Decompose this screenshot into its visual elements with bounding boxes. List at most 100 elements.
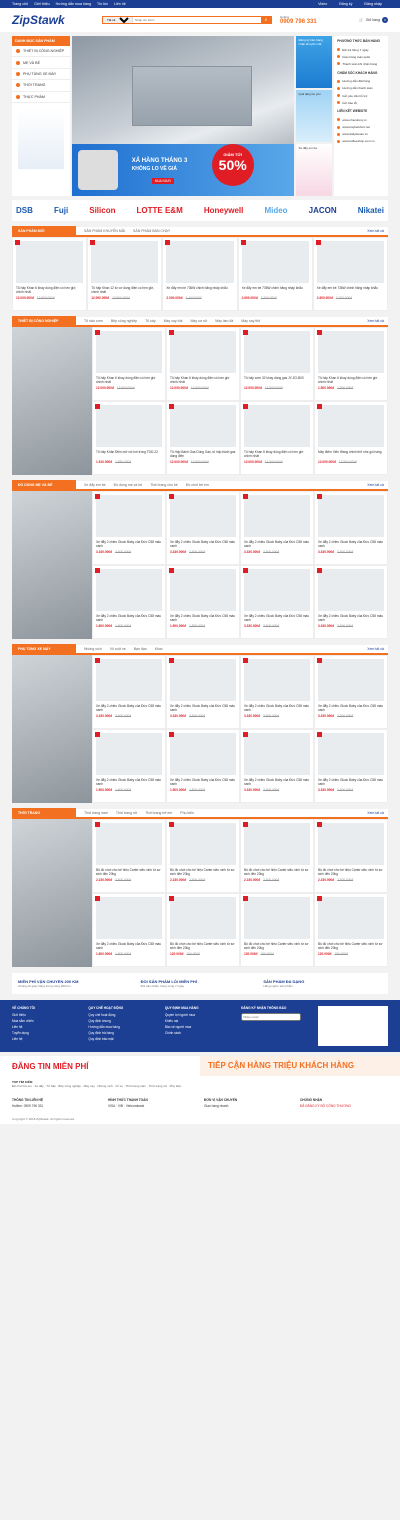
product-card[interactable]: Tủ hấp Khan 6 khay dùng điện có hen giờ … <box>166 327 240 401</box>
section-tab[interactable]: Máy sơ sử <box>191 319 208 323</box>
product-card[interactable]: Xe đẩy 2 chiều Gluck Baby của Đức C58 mà… <box>92 491 166 565</box>
product-card[interactable]: Xe đẩy 2 chiều Gluck Baby của Đức C58 mà… <box>92 893 166 967</box>
view-all-link[interactable]: Xem tất cả <box>367 319 384 323</box>
product-name[interactable]: Bộ đồ chơi cho bé hiệu Carter siêu xinh … <box>96 868 162 878</box>
section-tab[interactable]: Tủ sấy <box>145 319 156 323</box>
product-card[interactable]: Bộ đồ chơi cho bé hiệu Carter siêu xinh … <box>166 819 240 893</box>
section-tab[interactable]: Đồ chơi trẻ em <box>186 483 209 487</box>
product-image[interactable] <box>170 733 236 775</box>
product-name[interactable]: Bộ đồ chơi cho bé hiệu Carter siêu xinh … <box>170 942 236 952</box>
section-tab[interactable]: Bếp công nghiệp <box>111 319 137 323</box>
product-image[interactable] <box>318 331 384 373</box>
category-item[interactable]: THỜI TRANG <box>12 80 70 92</box>
product-name[interactable]: Xe đẩy 2 chiều Gluck Baby của Đức C58 mà… <box>96 614 162 624</box>
product-image[interactable] <box>244 569 310 611</box>
search-category-select[interactable]: Tất cả danh mục <box>103 17 133 23</box>
product-card[interactable]: Tủ hấp cơm 32 khay dùng gas JY-ZG-B00 12.… <box>240 327 314 401</box>
logo[interactable]: ZipStawk <box>12 13 102 27</box>
section-tab[interactable]: Xe đẩy em bé <box>84 483 106 487</box>
section-tab[interactable]: SẢN PHẨM KHUYẾN MÃI <box>84 229 125 233</box>
product-name[interactable]: Xe đẩy 2 chiều Gluck Baby của Đức C58 mà… <box>244 540 310 550</box>
product-image[interactable] <box>318 733 384 775</box>
product-image[interactable] <box>318 823 384 865</box>
product-name[interactable]: Xe đẩy em bé 736W chinh hãng nhập khẩu <box>242 286 309 296</box>
product-card[interactable]: Xe đẩy 2 chiều Gluck Baby của Đức C58 mà… <box>314 655 388 729</box>
product-card[interactable]: Máy điêm Viên Wang chinh thở nhẹ gói hàn… <box>314 401 388 475</box>
product-name[interactable]: Xe đẩy 2 chiều Gluck Baby của Đức C58 mà… <box>170 540 236 550</box>
product-card[interactable]: Bộ đồ chơi cho bé hiệu Carter siêu xinh … <box>314 819 388 893</box>
section-tab[interactable]: Phụ kiện <box>180 811 194 815</box>
product-name[interactable]: Xe đẩy 2 chiều Gluck Baby của Đức C58 mà… <box>244 614 310 624</box>
section-tab[interactable]: Vỏ ruột xe <box>110 647 126 651</box>
product-card[interactable]: Xe đẩy em bé 736W chinh hãng nhập khẩu 2.… <box>162 237 238 311</box>
product-image[interactable] <box>244 733 310 775</box>
product-card[interactable]: Xe đẩy 2 chiều Gluck Baby của Đức C58 mà… <box>166 729 240 803</box>
section-tab[interactable]: Máy xay bột <box>164 319 183 323</box>
product-name[interactable]: Xe đẩy 2 chiều Gluck Baby của Đức C58 mà… <box>96 778 162 788</box>
product-card[interactable]: Xe đẩy 2 chiều Gluck Baby của Đức C58 mà… <box>166 491 240 565</box>
product-name[interactable]: Xe đẩy 2 chiều Gluck Baby của Đức C58 mà… <box>318 704 384 714</box>
promo-banner[interactable]: ĐĂNG TIN MIỄN PHÍ TIẾP CẬN HÀNG TRIỆU KHÁ… <box>0 1056 400 1076</box>
category-item[interactable]: THIẾT BỊ CÔNG NGHIỆP <box>12 46 70 58</box>
product-name[interactable]: Xe đẩy 2 chiều Gluck Baby của Đức C58 mà… <box>318 540 384 550</box>
product-card[interactable]: Xe đẩy em bé 736W chinh hãng nhập khẩu 2.… <box>312 237 388 311</box>
product-card[interactable]: Xe đẩy 2 chiều Gluck Baby của Đức C58 mà… <box>92 655 166 729</box>
product-card[interactable]: Xe đẩy 2 chiều Gluck Baby của Đức C58 mà… <box>314 491 388 565</box>
product-image[interactable] <box>170 659 236 701</box>
section-tab[interactable]: Thời trang trẻ em <box>145 811 172 815</box>
product-card[interactable]: Tủ hấp Khan 12 từ cơ dùng điện có hen gi… <box>87 237 163 311</box>
product-card[interactable]: Xe đẩy 2 chiều Gluck Baby của Đức C58 mà… <box>314 729 388 803</box>
section-tab[interactable]: SẢN PHẨM BÁN CHẠY <box>133 229 170 233</box>
section-feature-image[interactable] <box>12 655 92 803</box>
product-image[interactable] <box>16 241 84 283</box>
view-all-link[interactable]: Xem tất cả <box>367 483 384 487</box>
product-image[interactable] <box>91 241 159 283</box>
product-image[interactable] <box>244 897 310 939</box>
product-name[interactable]: Xe đẩy 2 chiều Gluck Baby của Đức C58 mà… <box>170 778 236 788</box>
banner-buy-button[interactable]: MUA NGAY <box>151 178 175 184</box>
product-card[interactable]: Tủ hấp Khan 6 khay dùng điện có hen giờ … <box>314 327 388 401</box>
product-card[interactable]: Tủ hấp Khan 6 khay dùng điện có hen giờ,… <box>12 237 88 311</box>
product-name[interactable]: Xe đẩy 2 chiều Gluck Baby của Đức C58 mà… <box>318 778 384 788</box>
product-image[interactable] <box>170 495 236 537</box>
category-item[interactable]: MẸ VÀ BÉ <box>12 57 70 69</box>
view-all-link[interactable]: Xem tất cả <box>367 647 384 651</box>
product-image[interactable] <box>96 405 162 447</box>
product-name[interactable]: Tủ hấp Khan 6 khay dùng điện có hen giờ,… <box>16 286 83 296</box>
product-card[interactable]: Bộ đồ chơi cho bé hiệu Carter siêu xinh … <box>166 893 240 967</box>
product-card[interactable]: Xe đẩy 2 chiều Gluck Baby của Đức C58 mà… <box>166 565 240 639</box>
product-image[interactable] <box>96 331 162 373</box>
mini-banner[interactable]: Quà tặng bé yêu <box>296 90 333 142</box>
product-image[interactable] <box>318 405 384 447</box>
product-image[interactable] <box>318 897 384 939</box>
product-image[interactable] <box>96 495 162 537</box>
product-name[interactable]: Xe đẩy 2 chiều Gluck Baby của Đức C58 mà… <box>244 704 310 714</box>
section-tab[interactable]: Khác <box>155 647 163 651</box>
product-name[interactable]: Tủ hấp Khan 6 khay dùng điện có hen giờ … <box>244 450 310 460</box>
product-name[interactable]: Tủ hấp Khan 6 khay dùng điện có hen giờ … <box>96 376 162 386</box>
product-image[interactable] <box>170 897 236 939</box>
product-name[interactable]: Xe đẩy 2 chiều Gluck Baby của Đức C58 mà… <box>318 614 384 624</box>
section-tab[interactable]: Thời trang nam <box>84 811 108 815</box>
brand-logo[interactable]: DSB <box>16 206 33 215</box>
product-name[interactable]: Bộ đồ chơi cho bé hiệu Carter siêu xinh … <box>244 868 310 878</box>
product-name[interactable]: Xe đẩy em bé 736W chinh hãng nhập khẩu <box>166 286 233 296</box>
product-name[interactable]: Tủ Hấp Bánh Gas Dùng Gas, tủ hấp bánh ga… <box>170 450 236 460</box>
product-image[interactable] <box>244 495 310 537</box>
product-card[interactable]: Bộ đồ chơi cho bé hiệu Carter siêu xinh … <box>92 819 166 893</box>
product-image[interactable] <box>96 569 162 611</box>
product-card[interactable]: Bộ đồ chơi cho bé hiệu Carter siêu xinh … <box>240 893 314 967</box>
brand-logo[interactable]: Mideo <box>264 206 287 215</box>
nav-about[interactable]: Giới thiệu <box>34 2 50 6</box>
product-image[interactable] <box>244 823 310 865</box>
product-name[interactable]: Bộ đồ chơi cho bé hiệu Carter siêu xinh … <box>318 868 384 878</box>
brand-logo[interactable]: Nikatei <box>358 206 384 215</box>
section-tab[interactable]: Máy xay thịt <box>241 319 260 323</box>
section-tab[interactable]: Bạn đạn <box>134 647 147 651</box>
product-name[interactable]: Xe đẩy 2 chiều Gluck Baby của Đức C58 mà… <box>244 778 310 788</box>
brand-logo[interactable]: JACON <box>309 206 337 215</box>
product-name[interactable]: Bộ đồ chơi cho bé hiệu Carter siêu xinh … <box>318 942 384 952</box>
product-image[interactable] <box>96 823 162 865</box>
nav-home[interactable]: Trang chủ <box>12 2 28 6</box>
section-tab[interactable]: Máy làm đá <box>215 319 233 323</box>
